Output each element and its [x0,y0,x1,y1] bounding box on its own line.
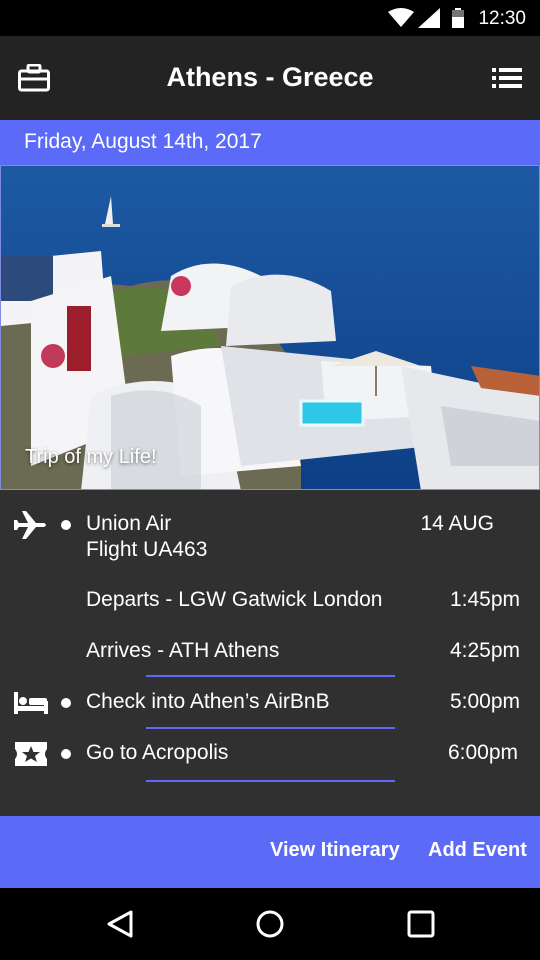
hotel-time: 5:00pm [449,690,520,713]
bed-icon [14,692,48,714]
hero-image: Trip of my Life! [0,165,540,490]
flight-airline: Union Air [86,512,172,535]
add-event-button[interactable]: Add Event [428,839,527,862]
status-bar: 12:30 [0,0,540,36]
arrival-time: 4:25pm [449,639,520,662]
airplane-icon [14,511,46,539]
divider [146,727,395,729]
home-icon[interactable] [255,909,285,939]
arrival-label: Arrives - ATH Athens [86,639,280,662]
departure-label: Departs - LGW Gatwick London [86,588,383,611]
status-time: 12:30 [478,8,526,29]
event-label: Go to Acropolis [86,741,229,764]
departure-time: 1:45pm [449,588,520,611]
flight-number: Flight UA463 [86,538,208,561]
hotel-label: Check into Athen’s AirBnB [86,690,330,713]
page-title: Athens - Greece [166,62,374,92]
divider [146,780,395,782]
date-bar: Friday, August 14th, 2017 [0,120,540,165]
hero-caption: Trip of my Life! [25,446,157,468]
santorini-illustration [1,166,539,489]
ticket-star-icon [15,742,47,766]
bullet [61,520,71,530]
divider [146,675,395,677]
action-bar: View Itinerary Add Event [0,816,540,888]
list-menu-icon[interactable] [492,66,522,90]
signal-icon [418,8,440,28]
itinerary-list: Union Air Flight UA463 14 AUG Departs - … [0,490,540,816]
bullet [61,749,71,759]
bullet [61,698,71,708]
recents-icon[interactable] [406,909,436,939]
event-time: 6:00pm [447,741,518,764]
wifi-icon [388,8,414,27]
battery-icon [452,8,464,28]
app-bar: Athens - Greece [0,36,540,120]
trip-date: Friday, August 14th, 2017 [24,130,262,153]
navigation-bar [0,888,540,960]
view-itinerary-button[interactable]: View Itinerary [270,839,400,862]
back-icon[interactable] [105,909,135,939]
flight-date: 14 AUG [420,512,494,535]
